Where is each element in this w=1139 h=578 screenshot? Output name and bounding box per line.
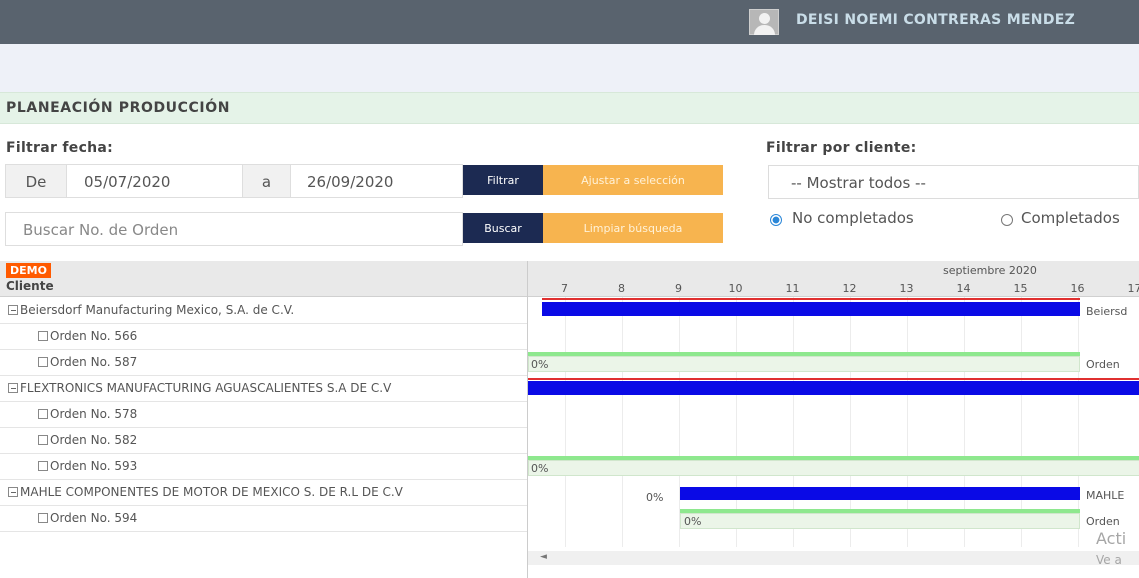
gantt-row-client[interactable]: Beiersdorf Manufacturing Mexico, S.A. de… <box>0 298 527 324</box>
row-label: Orden No. 566 <box>50 329 138 343</box>
timeline-day: 12 <box>842 282 857 295</box>
gantt-horizontal-scrollbar[interactable]: ◄ <box>528 551 1139 565</box>
date-separator: a <box>242 164 291 198</box>
page-title: PLANEACIÓN PRODUCCIÓN <box>6 100 231 116</box>
gantt-row-order[interactable]: Orden No. 594 <box>0 506 527 532</box>
date-from-prefix: De <box>5 164 67 198</box>
timeline-day: 14 <box>956 282 971 295</box>
client-column-header: Cliente <box>6 279 54 293</box>
gantt-row-client[interactable]: FLEXTRONICS MANUFACTURING AGUASCALIENTES… <box>0 376 527 402</box>
demo-badge: DEMO <box>6 263 51 278</box>
grid-line <box>622 297 623 547</box>
bar-label: Orden <box>1086 358 1120 371</box>
client-bar-outline <box>542 298 1080 300</box>
collapse-icon[interactable] <box>8 383 18 393</box>
search-button[interactable]: Buscar <box>463 213 543 243</box>
timeline-day: 13 <box>899 282 914 295</box>
timeline-day: 11 <box>785 282 800 295</box>
order-bar-593[interactable] <box>528 460 1139 476</box>
collapse-icon[interactable] <box>8 487 18 497</box>
filter-button[interactable]: Filtrar <box>463 165 543 195</box>
order-icon <box>38 435 48 445</box>
order-progress-text: 0% <box>531 358 549 371</box>
grid-line <box>565 297 566 547</box>
row-label: MAHLE COMPONENTES DE MOTOR DE MEXICO S. … <box>20 485 403 499</box>
top-navbar: DEISI NOEMI CONTRERAS MENDEZ <box>0 0 1139 44</box>
gantt-timeline-header: septiembre 2020 7 8 9 10 11 12 13 14 15 … <box>528 261 1139 297</box>
order-bar-594[interactable] <box>680 513 1080 529</box>
row-label: FLEXTRONICS MANUFACTURING AGUASCALIENTES… <box>20 381 392 395</box>
gantt-row-order[interactable]: Orden No. 582 <box>0 428 527 454</box>
client-bar-mahle[interactable] <box>680 487 1080 500</box>
client-progress-text: 0% <box>646 491 664 504</box>
client-filter-select[interactable]: -- Mostrar todos -- <box>768 165 1139 199</box>
date-to-input[interactable]: 26/09/2020 <box>290 164 463 198</box>
date-filter-label: Filtrar fecha: <box>6 140 114 156</box>
timeline-month: septiembre 2020 <box>943 264 1037 277</box>
scroll-left-arrow-icon[interactable]: ◄ <box>540 552 547 562</box>
gantt-row-order[interactable]: Orden No. 593 <box>0 454 527 480</box>
row-label: Orden No. 582 <box>50 433 138 447</box>
order-icon <box>38 331 48 341</box>
adjust-selection-button[interactable]: Ajustar a selección <box>543 165 723 195</box>
gantt-left-header <box>0 261 527 297</box>
user-avatar[interactable] <box>749 9 779 35</box>
radio-completed[interactable] <box>1001 214 1013 226</box>
client-bar-outline <box>528 378 1139 380</box>
order-icon <box>38 513 48 523</box>
gantt-row-order[interactable]: Orden No. 566 <box>0 324 527 350</box>
gantt-row-order[interactable]: Orden No. 587 <box>0 350 527 376</box>
gantt-timeline: septiembre 2020 7 8 9 10 11 12 13 14 15 … <box>527 261 1139 578</box>
timeline-day: 10 <box>728 282 743 295</box>
row-label: Orden No. 594 <box>50 511 138 525</box>
client-bar-beiersdorf[interactable] <box>542 302 1080 316</box>
order-icon <box>38 357 48 367</box>
order-progress-text: 0% <box>684 515 702 528</box>
timeline-day: 15 <box>1013 282 1028 295</box>
radio-completed-label[interactable]: Completados <box>1021 209 1120 227</box>
bar-label: Orden <box>1086 515 1120 528</box>
timeline-day: 17 <box>1127 282 1139 295</box>
row-label: Orden No. 587 <box>50 355 138 369</box>
radio-not-completed-label[interactable]: No completados <box>792 209 914 227</box>
row-label: Orden No. 593 <box>50 459 138 473</box>
row-label: Orden No. 578 <box>50 407 138 421</box>
order-icon <box>38 409 48 419</box>
radio-not-completed[interactable] <box>770 214 782 226</box>
collapse-icon[interactable] <box>8 305 18 315</box>
clear-search-button[interactable]: Limpiar búsqueda <box>543 213 723 243</box>
timeline-day: 7 <box>561 282 568 295</box>
order-icon <box>38 461 48 471</box>
timeline-day: 16 <box>1070 282 1085 295</box>
watermark-line1: Acti <box>1096 529 1127 548</box>
client-filter-label: Filtrar por cliente: <box>766 140 917 156</box>
secondary-bar <box>0 44 1139 92</box>
date-from-input[interactable]: 05/07/2020 <box>66 164 243 198</box>
order-search-input[interactable]: Buscar No. de Orden <box>5 212 463 246</box>
bar-label: MAHLE <box>1086 489 1125 502</box>
gantt-row-client[interactable]: MAHLE COMPONENTES DE MOTOR DE MEXICO S. … <box>0 480 527 506</box>
timeline-day: 9 <box>675 282 682 295</box>
bar-label: Beiersd <box>1086 305 1128 318</box>
order-bar-587[interactable] <box>528 356 1080 372</box>
gantt-row-order[interactable]: Orden No. 578 <box>0 402 527 428</box>
user-name[interactable]: DEISI NOEMI CONTRERAS MENDEZ <box>796 12 1075 28</box>
watermark-line2: Ve a <box>1096 553 1122 567</box>
row-label: Beiersdorf Manufacturing Mexico, S.A. de… <box>20 303 295 317</box>
timeline-day: 8 <box>618 282 625 295</box>
order-progress-text: 0% <box>531 462 549 475</box>
client-bar-flextronics[interactable] <box>528 381 1139 395</box>
page-title-bar: PLANEACIÓN PRODUCCIÓN <box>0 92 1139 124</box>
